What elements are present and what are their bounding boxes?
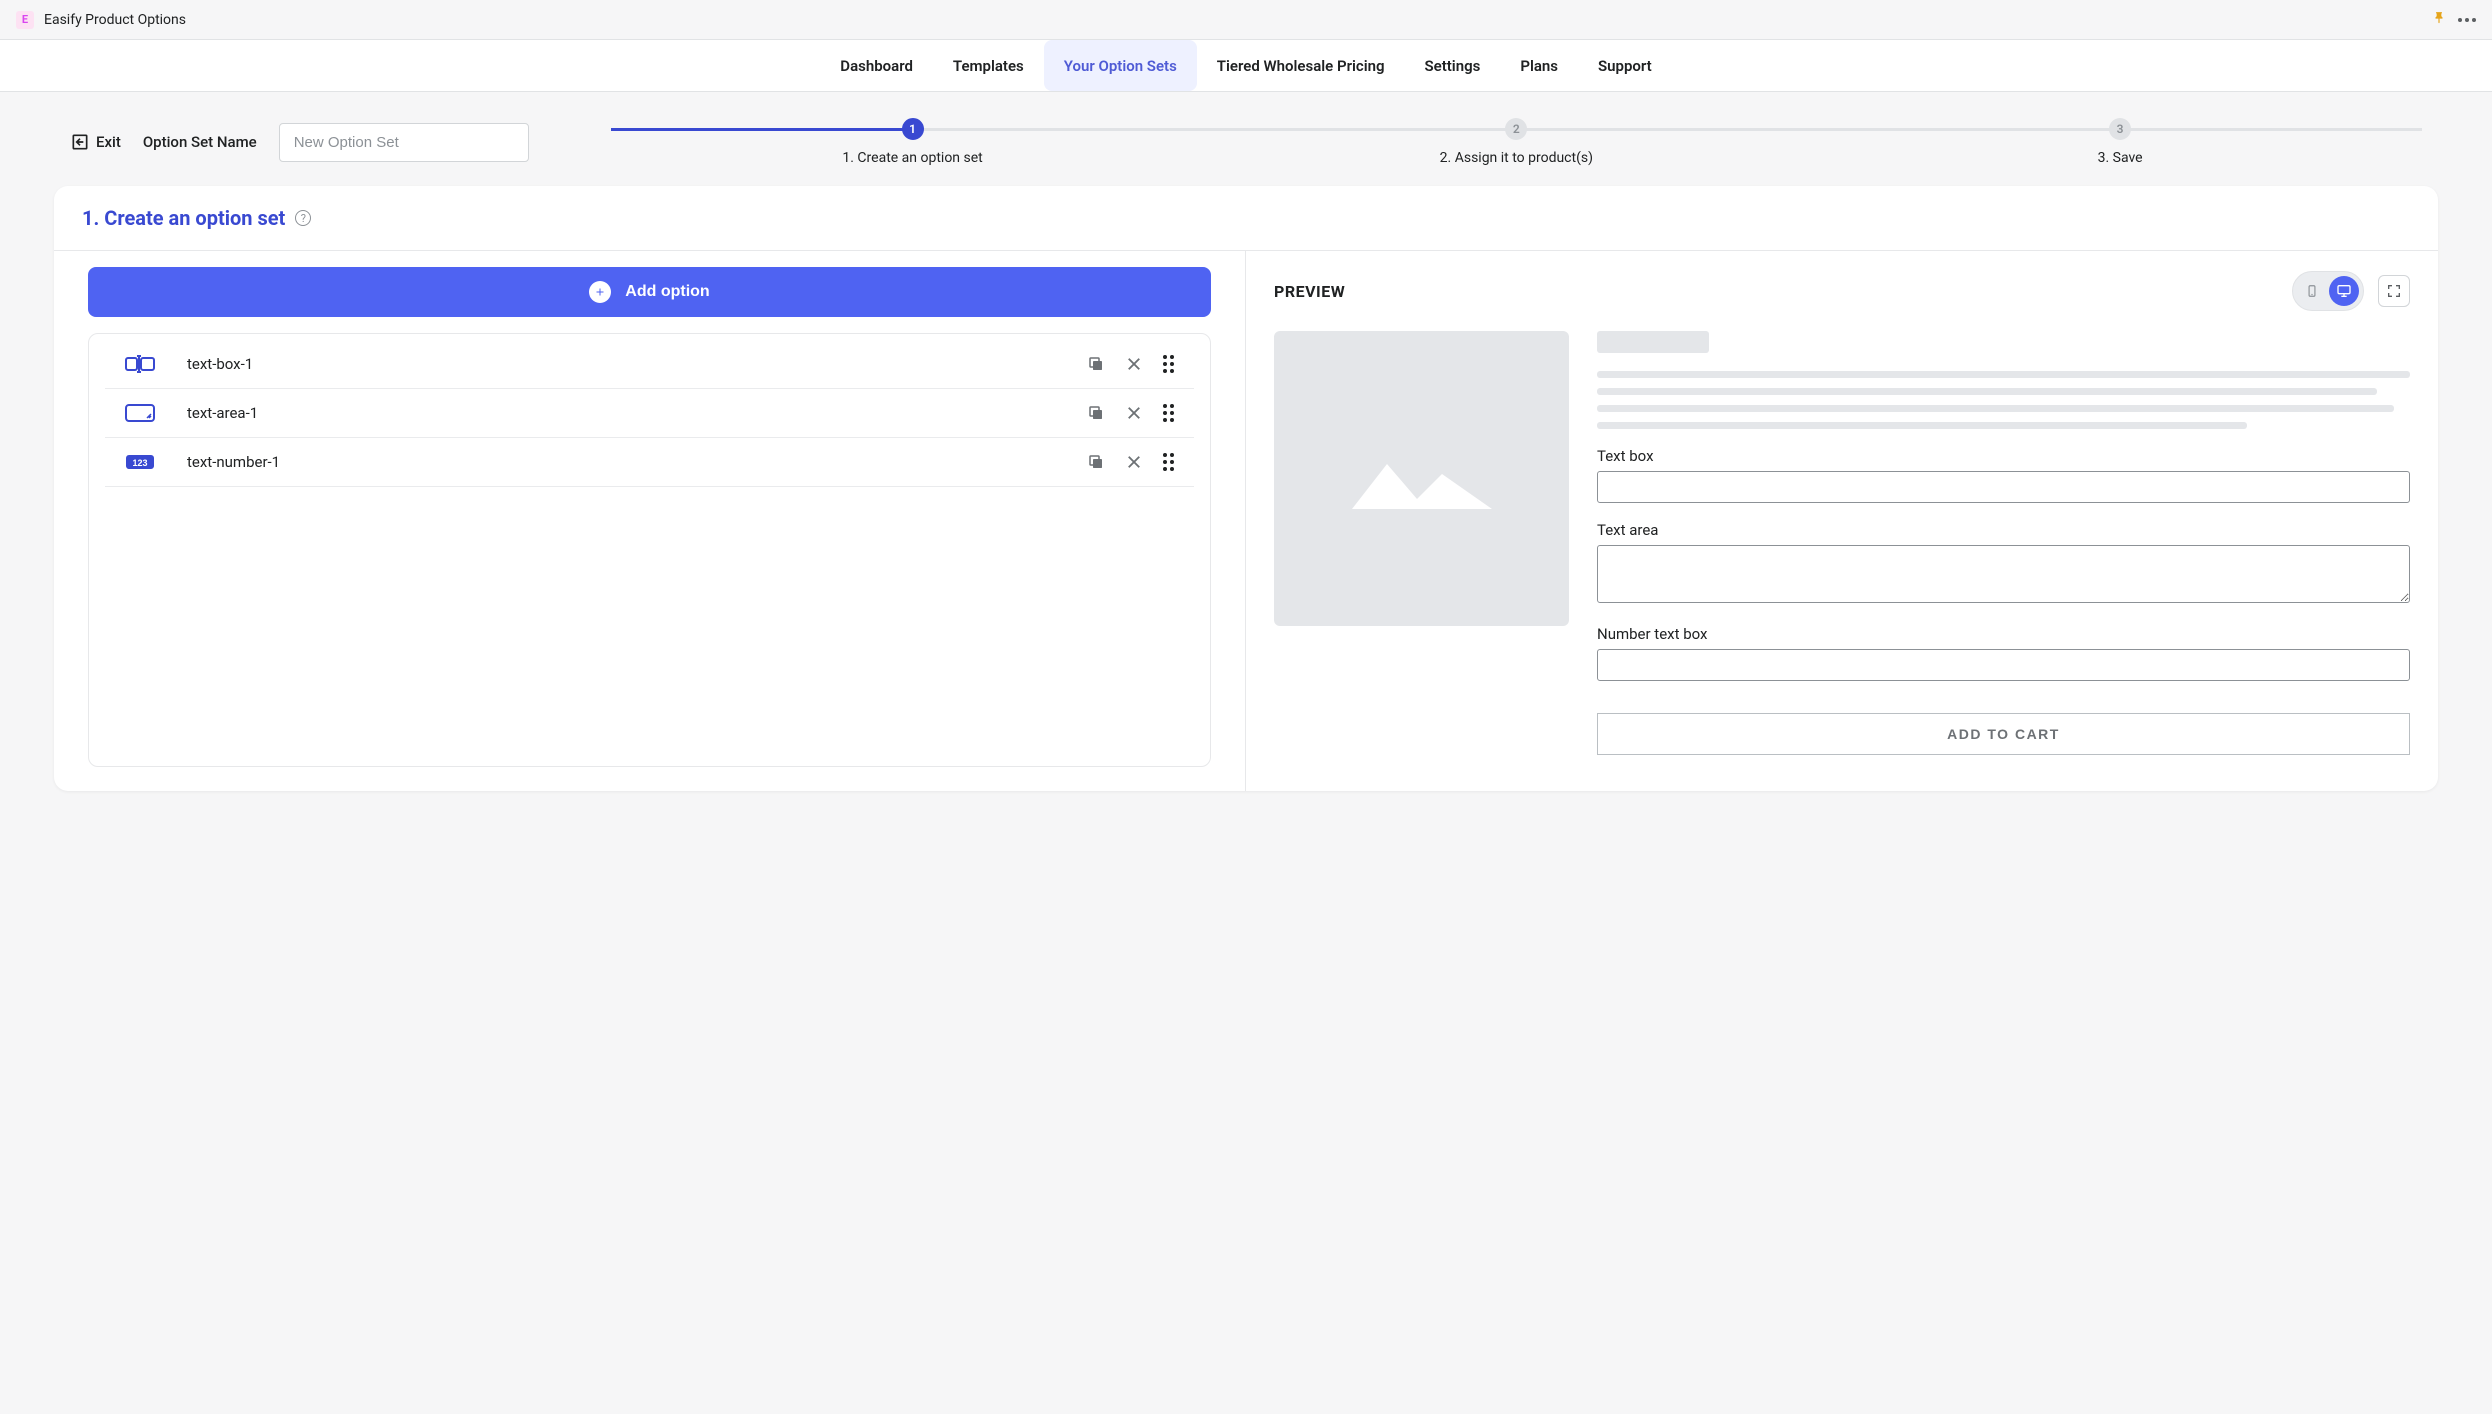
help-icon[interactable]: ? [295,210,311,226]
step-label: 1. Create an option set [611,150,1215,166]
duplicate-icon[interactable] [1087,404,1105,422]
step-3: 3 3. Save [1818,118,2422,166]
textbox-icon [125,354,155,374]
mobile-view-button[interactable] [2297,276,2327,306]
preview-field-group: Number text box [1597,625,2410,681]
duplicate-icon[interactable] [1087,355,1105,373]
preview-textarea[interactable] [1597,545,2410,603]
plus-icon [589,281,611,303]
drag-handle-icon[interactable] [1163,453,1174,471]
nav-tab-dashboard[interactable]: Dashboard [820,40,933,91]
option-set-name-label: Option Set Name [143,133,257,151]
textarea-icon [125,403,155,423]
close-icon[interactable] [1125,404,1143,422]
option-set-name-input[interactable] [279,123,529,162]
preview-panel: PREVIEW [1246,251,2438,791]
step-label: 2. Assign it to product(s) [1214,150,1818,166]
titlebar: E Easify Product Options [0,0,2492,40]
exit-icon [70,132,90,152]
skeleton-line [1597,388,2377,395]
app-logo-icon: E [16,11,34,29]
option-row[interactable]: text-box-1 [105,340,1194,389]
nav-tab-your-option-sets[interactable]: Your Option Sets [1044,40,1197,91]
close-icon[interactable] [1125,453,1143,471]
preview-input[interactable] [1597,649,2410,681]
preview-form: Text box Text area Number text box ADD TO … [1597,331,2410,755]
svg-text:123: 123 [132,458,147,468]
nav-tab-settings[interactable]: Settings [1405,40,1501,91]
nav-tab-tiered-wholesale-pricing[interactable]: Tiered Wholesale Pricing [1197,40,1405,91]
option-label: text-number-1 [187,453,1055,471]
step-2: 2 2. Assign it to product(s) [1214,118,1818,166]
skeleton-line [1597,371,2410,378]
preview-input[interactable] [1597,471,2410,503]
drag-handle-icon[interactable] [1163,404,1174,422]
exit-button[interactable]: Exit [70,132,121,152]
desktop-view-button[interactable] [2329,276,2359,306]
drag-handle-icon[interactable] [1163,355,1174,373]
pin-icon[interactable] [2432,10,2446,29]
nav-tab-support[interactable]: Support [1578,40,1672,91]
skeleton-line [1597,422,2247,429]
option-list: text-box-1 text-area-1 123 text-number-1 [88,333,1211,767]
main-card: 1. Create an option set ? Add option tex… [54,186,2438,791]
app-title: Easify Product Options [44,12,186,28]
step-circle: 2 [1505,118,1527,140]
option-row[interactable]: text-area-1 [105,389,1194,438]
skeleton-line [1597,405,2394,412]
duplicate-icon[interactable] [1087,453,1105,471]
preview-field-group: Text area [1597,521,2410,607]
preview-field-group: Text box [1597,447,2410,503]
option-row[interactable]: 123 text-number-1 [105,438,1194,487]
preview-field-label: Number text box [1597,625,2410,643]
step-circle: 1 [902,118,924,140]
step-circle: 3 [2109,118,2131,140]
option-label: text-box-1 [187,355,1055,373]
fullscreen-button[interactable] [2378,275,2410,307]
main-nav: DashboardTemplatesYour Option SetsTiered… [0,40,2492,92]
close-icon[interactable] [1125,355,1143,373]
options-panel: Add option text-box-1text-area-1123text-… [54,251,1246,791]
progress-stepper: 1 1. Create an option set 2 2. Assign it to… [611,118,2422,166]
preview-field-label: Text box [1597,447,2410,465]
preview-title: PREVIEW [1274,282,1345,301]
more-icon[interactable] [2458,18,2476,22]
add-option-label: Add option [625,283,709,301]
add-to-cart-button[interactable]: ADD TO CART [1597,713,2410,755]
skeleton-title [1597,331,1709,353]
step-1: 1 1. Create an option set [611,118,1215,166]
option-label: text-area-1 [187,404,1055,422]
subheader: Exit Option Set Name 1 1. Create an optio… [0,92,2492,186]
number-icon: 123 [125,452,155,472]
device-toggle [2292,271,2364,311]
nav-tab-templates[interactable]: Templates [933,40,1044,91]
nav-tab-plans[interactable]: Plans [1500,40,1578,91]
preview-field-label: Text area [1597,521,2410,539]
card-title: 1. Create an option set [82,206,285,230]
add-option-button[interactable]: Add option [88,267,1211,317]
exit-label: Exit [96,133,121,151]
preview-product-image [1274,331,1569,626]
step-label: 3. Save [1818,150,2422,166]
